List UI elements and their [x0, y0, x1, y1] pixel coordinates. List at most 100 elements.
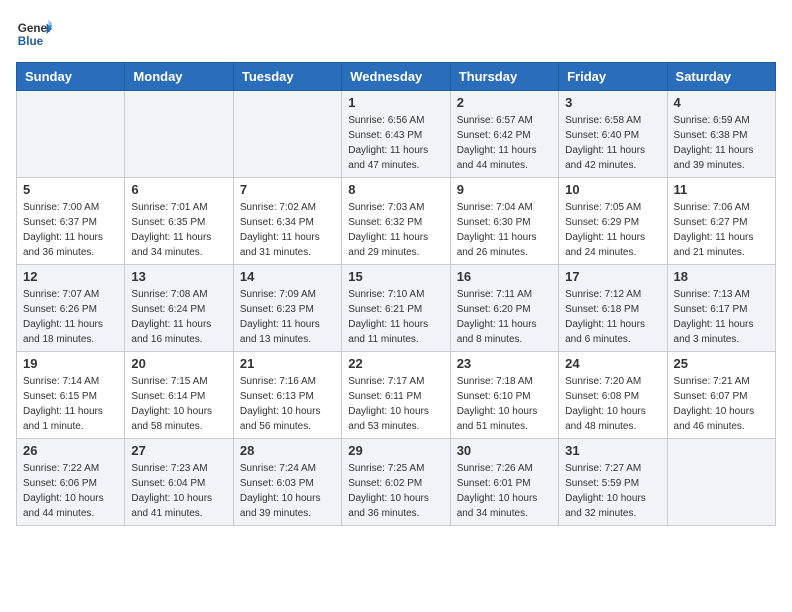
weekday-header-thursday: Thursday	[450, 63, 558, 91]
calendar-cell: 31 Sunrise: 7:27 AM Sunset: 5:59 PM Dayli…	[559, 439, 667, 526]
day-info: Sunrise: 7:20 AM Sunset: 6:08 PM Dayligh…	[565, 374, 660, 434]
calendar-cell	[125, 91, 233, 178]
calendar-cell: 4 Sunrise: 6:59 AM Sunset: 6:38 PM Daylig…	[667, 91, 775, 178]
calendar-cell: 20 Sunrise: 7:15 AM Sunset: 6:14 PM Dayli…	[125, 352, 233, 439]
calendar-cell: 15Sunrise: 7:10 AM Sunset: 6:21 PM Dayli…	[342, 265, 450, 352]
day-info: Sunrise: 7:07 AM Sunset: 6:26 PM Dayligh…	[23, 287, 118, 347]
day-number: 4	[674, 95, 769, 110]
day-number: 13	[131, 269, 226, 284]
day-number: 24	[565, 356, 660, 371]
day-number: 30	[457, 443, 552, 458]
calendar-cell: 5 Sunrise: 7:00 AM Sunset: 6:37 PM Daylig…	[17, 178, 125, 265]
day-info: Sunrise: 7:23 AM Sunset: 6:04 PM Dayligh…	[131, 461, 226, 521]
day-number: 25	[674, 356, 769, 371]
day-info: Sunrise: 7:05 AM Sunset: 6:29 PM Dayligh…	[565, 200, 660, 260]
day-info: Sunrise: 7:09 AM Sunset: 6:23 PM Dayligh…	[240, 287, 335, 347]
weekday-header-saturday: Saturday	[667, 63, 775, 91]
calendar-cell: 28 Sunrise: 7:24 AM Sunset: 6:03 PM Dayli…	[233, 439, 341, 526]
calendar-cell: 6Sunrise: 7:01 AM Sunset: 6:35 PM Daylig…	[125, 178, 233, 265]
calendar-cell	[667, 439, 775, 526]
day-info: Sunrise: 7:26 AM Sunset: 6:01 PM Dayligh…	[457, 461, 552, 521]
calendar-cell: 29 Sunrise: 7:25 AM Sunset: 6:02 PM Dayli…	[342, 439, 450, 526]
calendar-cell	[17, 91, 125, 178]
calendar-cell: 23 Sunrise: 7:18 AM Sunset: 6:10 PM Dayli…	[450, 352, 558, 439]
calendar-week-row: 5 Sunrise: 7:00 AM Sunset: 6:37 PM Daylig…	[17, 178, 776, 265]
day-info: Sunrise: 7:10 AM Sunset: 6:21 PM Dayligh…	[348, 287, 443, 347]
calendar-cell: 21 Sunrise: 7:16 AM Sunset: 6:13 PM Dayli…	[233, 352, 341, 439]
calendar-cell: 9Sunrise: 7:04 AM Sunset: 6:30 PM Daylig…	[450, 178, 558, 265]
day-info: Sunrise: 7:03 AM Sunset: 6:32 PM Dayligh…	[348, 200, 443, 260]
day-number: 21	[240, 356, 335, 371]
calendar-week-row: 1 Sunrise: 6:56 AM Sunset: 6:43 PM Daylig…	[17, 91, 776, 178]
calendar-cell: 18Sunrise: 7:13 AM Sunset: 6:17 PM Dayli…	[667, 265, 775, 352]
day-info: Sunrise: 7:02 AM Sunset: 6:34 PM Dayligh…	[240, 200, 335, 260]
day-info: Sunrise: 7:17 AM Sunset: 6:11 PM Dayligh…	[348, 374, 443, 434]
day-number: 2	[457, 95, 552, 110]
calendar-cell: 3 Sunrise: 6:58 AM Sunset: 6:40 PM Daylig…	[559, 91, 667, 178]
calendar-cell: 30 Sunrise: 7:26 AM Sunset: 6:01 PM Dayli…	[450, 439, 558, 526]
day-number: 23	[457, 356, 552, 371]
calendar-week-row: 19Sunrise: 7:14 AM Sunset: 6:15 PM Dayli…	[17, 352, 776, 439]
day-number: 1	[348, 95, 443, 110]
calendar-cell: 8 Sunrise: 7:03 AM Sunset: 6:32 PM Daylig…	[342, 178, 450, 265]
day-number: 16	[457, 269, 552, 284]
day-info: Sunrise: 7:16 AM Sunset: 6:13 PM Dayligh…	[240, 374, 335, 434]
day-info: Sunrise: 7:13 AM Sunset: 6:17 PM Dayligh…	[674, 287, 769, 347]
weekday-header-wednesday: Wednesday	[342, 63, 450, 91]
day-info: Sunrise: 6:59 AM Sunset: 6:38 PM Dayligh…	[674, 113, 769, 173]
day-info: Sunrise: 7:25 AM Sunset: 6:02 PM Dayligh…	[348, 461, 443, 521]
calendar-cell: 10Sunrise: 7:05 AM Sunset: 6:29 PM Dayli…	[559, 178, 667, 265]
day-info: Sunrise: 7:27 AM Sunset: 5:59 PM Dayligh…	[565, 461, 660, 521]
day-number: 9	[457, 182, 552, 197]
calendar-cell: 13 Sunrise: 7:08 AM Sunset: 6:24 PM Dayli…	[125, 265, 233, 352]
day-info: Sunrise: 7:22 AM Sunset: 6:06 PM Dayligh…	[23, 461, 118, 521]
day-number: 27	[131, 443, 226, 458]
day-info: Sunrise: 6:58 AM Sunset: 6:40 PM Dayligh…	[565, 113, 660, 173]
day-number: 28	[240, 443, 335, 458]
calendar-cell: 12 Sunrise: 7:07 AM Sunset: 6:26 PM Dayli…	[17, 265, 125, 352]
day-number: 5	[23, 182, 118, 197]
day-info: Sunrise: 7:18 AM Sunset: 6:10 PM Dayligh…	[457, 374, 552, 434]
day-info: Sunrise: 7:24 AM Sunset: 6:03 PM Dayligh…	[240, 461, 335, 521]
day-info: Sunrise: 7:21 AM Sunset: 6:07 PM Dayligh…	[674, 374, 769, 434]
logo-icon: General Blue	[16, 16, 52, 52]
svg-text:Blue: Blue	[18, 35, 44, 48]
day-info: Sunrise: 7:00 AM Sunset: 6:37 PM Dayligh…	[23, 200, 118, 260]
calendar-cell: 19Sunrise: 7:14 AM Sunset: 6:15 PM Dayli…	[17, 352, 125, 439]
calendar-cell: 2 Sunrise: 6:57 AM Sunset: 6:42 PM Daylig…	[450, 91, 558, 178]
day-info: Sunrise: 7:15 AM Sunset: 6:14 PM Dayligh…	[131, 374, 226, 434]
calendar-cell: 26 Sunrise: 7:22 AM Sunset: 6:06 PM Dayli…	[17, 439, 125, 526]
day-number: 20	[131, 356, 226, 371]
calendar-cell: 27 Sunrise: 7:23 AM Sunset: 6:04 PM Dayli…	[125, 439, 233, 526]
day-number: 7	[240, 182, 335, 197]
day-number: 26	[23, 443, 118, 458]
calendar-cell: 17 Sunrise: 7:12 AM Sunset: 6:18 PM Dayli…	[559, 265, 667, 352]
calendar-cell: 24 Sunrise: 7:20 AM Sunset: 6:08 PM Dayli…	[559, 352, 667, 439]
calendar-cell	[233, 91, 341, 178]
calendar-cell: 25 Sunrise: 7:21 AM Sunset: 6:07 PM Dayli…	[667, 352, 775, 439]
calendar-table: SundayMondayTuesdayWednesdayThursdayFrid…	[16, 62, 776, 526]
day-number: 8	[348, 182, 443, 197]
day-info: Sunrise: 7:12 AM Sunset: 6:18 PM Dayligh…	[565, 287, 660, 347]
weekday-header-friday: Friday	[559, 63, 667, 91]
day-info: Sunrise: 6:57 AM Sunset: 6:42 PM Dayligh…	[457, 113, 552, 173]
day-number: 11	[674, 182, 769, 197]
day-number: 17	[565, 269, 660, 284]
day-number: 29	[348, 443, 443, 458]
day-number: 12	[23, 269, 118, 284]
day-info: Sunrise: 7:08 AM Sunset: 6:24 PM Dayligh…	[131, 287, 226, 347]
calendar-week-row: 26 Sunrise: 7:22 AM Sunset: 6:06 PM Dayli…	[17, 439, 776, 526]
day-number: 3	[565, 95, 660, 110]
day-number: 6	[131, 182, 226, 197]
weekday-header-sunday: Sunday	[17, 63, 125, 91]
weekday-header-row: SundayMondayTuesdayWednesdayThursdayFrid…	[17, 63, 776, 91]
page-header: General Blue	[16, 16, 776, 52]
weekday-header-tuesday: Tuesday	[233, 63, 341, 91]
day-info: Sunrise: 7:11 AM Sunset: 6:20 PM Dayligh…	[457, 287, 552, 347]
calendar-cell: 1 Sunrise: 6:56 AM Sunset: 6:43 PM Daylig…	[342, 91, 450, 178]
day-info: Sunrise: 7:14 AM Sunset: 6:15 PM Dayligh…	[23, 374, 118, 434]
day-number: 31	[565, 443, 660, 458]
calendar-week-row: 12 Sunrise: 7:07 AM Sunset: 6:26 PM Dayli…	[17, 265, 776, 352]
day-info: Sunrise: 6:56 AM Sunset: 6:43 PM Dayligh…	[348, 113, 443, 173]
calendar-cell: 7 Sunrise: 7:02 AM Sunset: 6:34 PM Daylig…	[233, 178, 341, 265]
